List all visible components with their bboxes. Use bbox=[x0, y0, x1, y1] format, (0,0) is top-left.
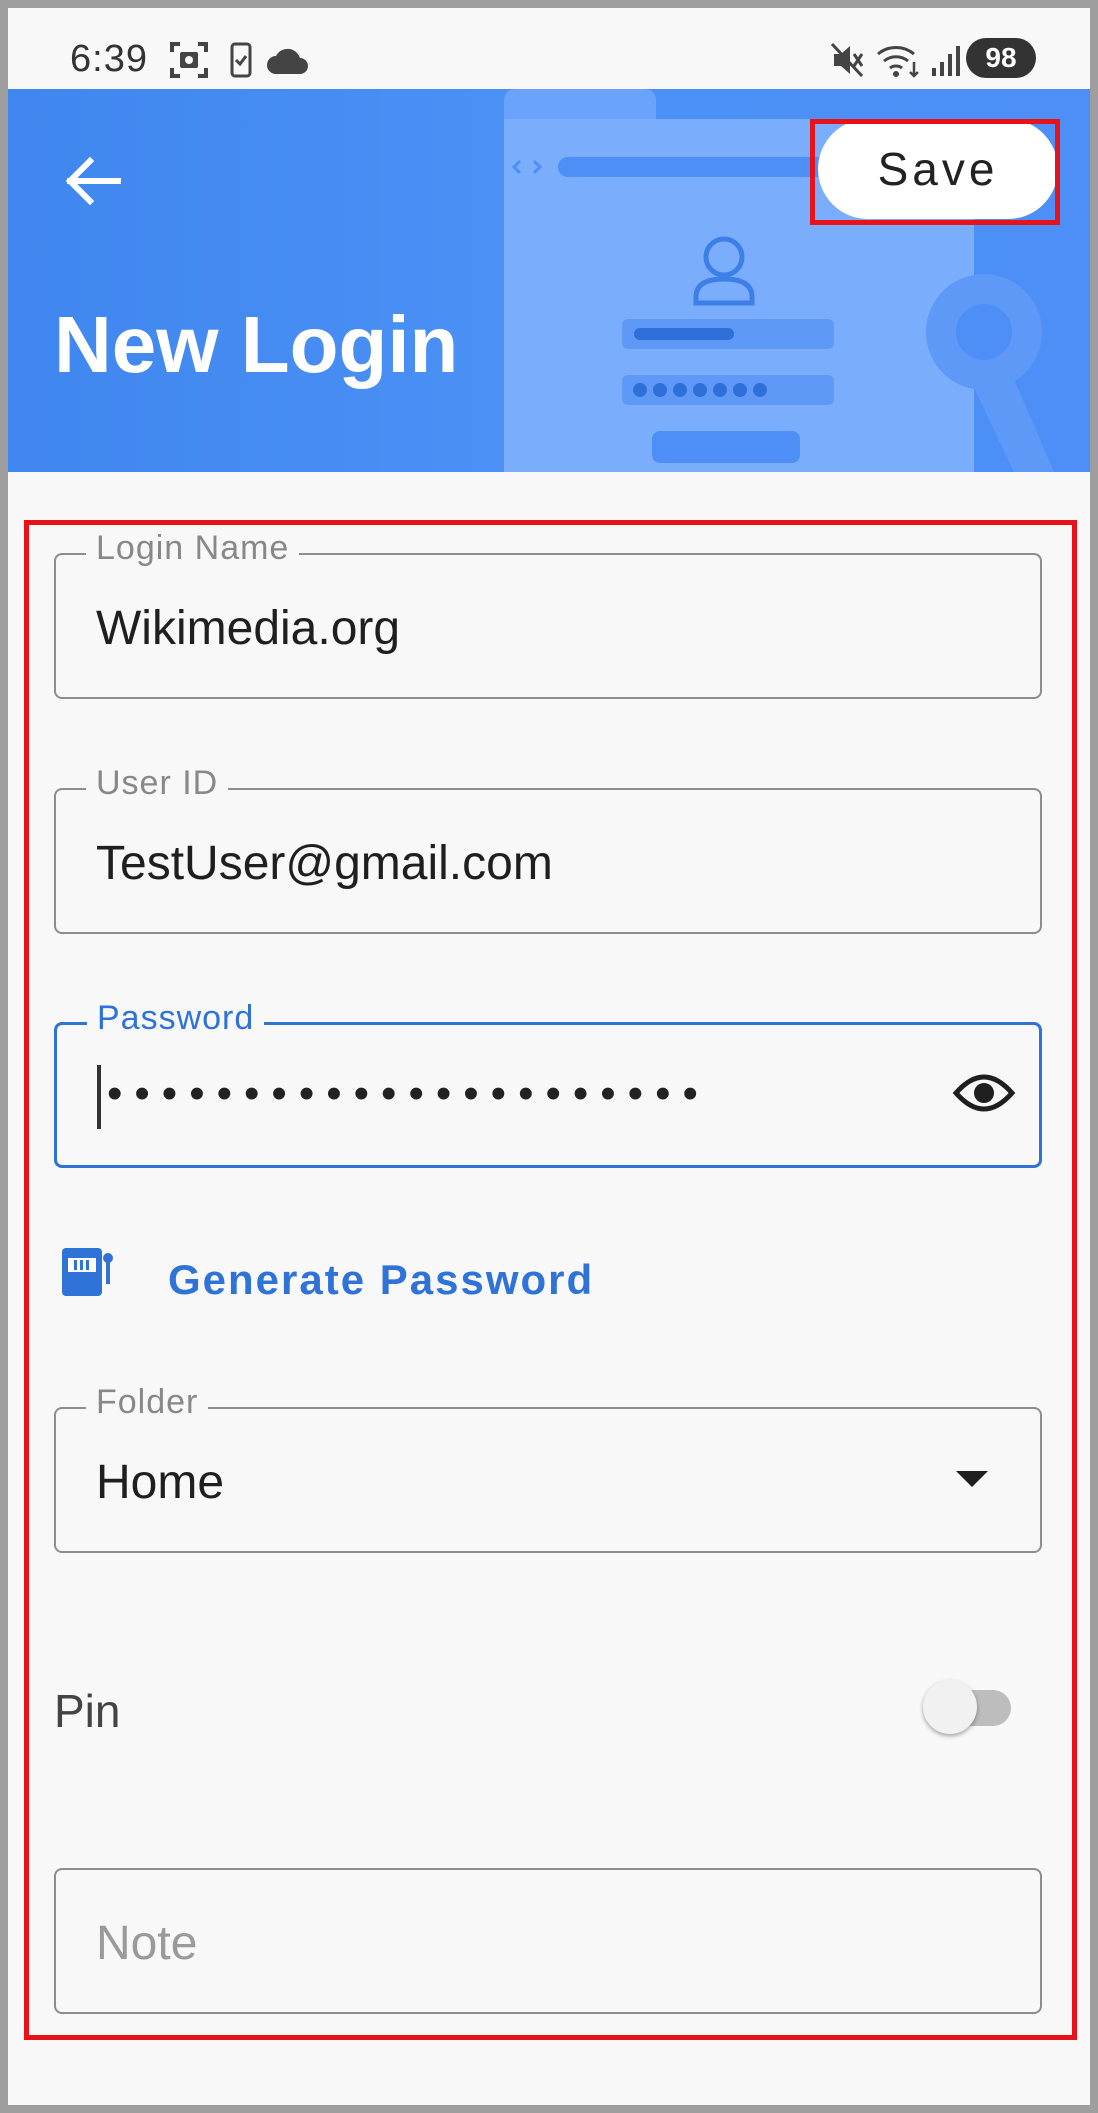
screenshot-icon bbox=[170, 42, 208, 78]
page-title: New Login bbox=[54, 300, 459, 389]
generate-password-label: Generate Password bbox=[168, 1256, 595, 1303]
back-arrow-icon[interactable] bbox=[60, 149, 124, 213]
status-bar: 6:39 98 bbox=[8, 8, 1090, 89]
pin-label: Pin bbox=[54, 1685, 121, 1737]
status-time: 6:39 bbox=[70, 38, 148, 80]
slot-machine-icon bbox=[62, 1248, 113, 1296]
folder-label: Folder bbox=[86, 1383, 209, 1422]
pin-toggle[interactable] bbox=[923, 1676, 1023, 1736]
app-screen: 6:39 98 New Login Save Login Name Wikime… bbox=[8, 8, 1090, 2105]
login-name-label: Login Name bbox=[86, 529, 300, 568]
wifi-icon bbox=[877, 46, 919, 78]
password-field[interactable]: Password •••••••••••••••••••••• bbox=[54, 999, 1042, 1168]
folder-dropdown[interactable]: Folder Home bbox=[54, 1383, 1042, 1553]
user-id-label: User ID bbox=[86, 764, 229, 803]
dropdown-arrow-icon[interactable] bbox=[956, 1471, 988, 1487]
user-id-value: TestUser@gmail.com bbox=[96, 837, 553, 890]
user-id-field[interactable]: User ID TestUser@gmail.com bbox=[54, 764, 1042, 934]
cloud-icon bbox=[267, 48, 308, 74]
password-value: •••••••••••••••••••••• bbox=[107, 1069, 710, 1118]
login-name-value: Wikimedia.org bbox=[96, 602, 401, 655]
eye-icon[interactable] bbox=[952, 1069, 1016, 1117]
toggle-thumb bbox=[923, 1680, 977, 1734]
note-placeholder: Note bbox=[96, 1917, 198, 1970]
note-field[interactable]: Note bbox=[54, 1868, 1042, 2014]
battery-badge: 98 bbox=[966, 38, 1036, 78]
login-name-field[interactable]: Login Name Wikimedia.org bbox=[54, 529, 1042, 699]
generate-password-button[interactable]: Generate Password bbox=[60, 1234, 660, 1314]
save-button[interactable]: Save bbox=[818, 119, 1058, 219]
password-label: Password bbox=[87, 999, 265, 1038]
phone-check-icon bbox=[230, 42, 252, 78]
app-header: New Login Save bbox=[8, 89, 1090, 472]
text-cursor bbox=[97, 1065, 101, 1129]
folder-value: Home bbox=[96, 1456, 225, 1509]
mute-icon bbox=[830, 42, 864, 78]
signal-icon bbox=[932, 46, 960, 76]
